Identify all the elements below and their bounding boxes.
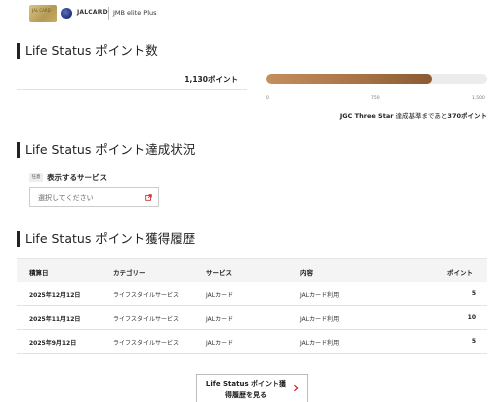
row-category: ライフスタイルサービス: [113, 340, 180, 347]
tick-max: 1,500: [472, 96, 485, 101]
col-service: サービス: [206, 269, 232, 277]
row-points: 5: [471, 290, 476, 297]
header-divider: [108, 7, 109, 20]
row-points: 5: [471, 338, 476, 345]
points-progress-fill: [266, 74, 433, 84]
card-image-text: JAL CARD: [32, 8, 51, 13]
history-table-header: 積算日 カテゴリー サービス 内容 ポイント: [17, 258, 487, 282]
optional-badge: 任意: [29, 173, 43, 182]
row-date: 2025年12月12日: [29, 292, 81, 299]
row-content: JALカード利用: [300, 292, 340, 299]
points-divider: [17, 89, 247, 90]
tick-mid: 750: [371, 96, 380, 101]
col-category: カテゴリー: [113, 269, 146, 277]
table-row: 2025年9月12日 ライフスタイルサービス JALカード JALカード利用 5: [17, 330, 487, 354]
points-section-title: Life Status ポイント数: [17, 43, 158, 59]
row-category: ライフスタイルサービス: [113, 316, 180, 323]
header-bar: JAL CARD JALCARD JMB elite Plus: [0, 0, 500, 28]
service-select-placeholder: 選択してください: [38, 194, 94, 202]
history-section-title: Life Status ポイント獲得履歴: [17, 231, 195, 247]
tick-min: 0: [266, 96, 269, 101]
program-name: JMB elite Plus: [113, 9, 157, 17]
brand-name: JALCARD: [77, 9, 108, 16]
row-service: JALカード: [206, 316, 234, 323]
current-points: 1,130ポイント: [184, 75, 238, 84]
row-date: 2025年11月12日: [29, 316, 81, 323]
row-content: JALカード利用: [300, 340, 340, 347]
jal-card-image: JAL CARD: [29, 5, 57, 22]
points-progress-bar: [266, 74, 487, 84]
col-content: 内容: [300, 269, 313, 277]
view-history-label: Life Status ポイント獲得履歴を見る: [205, 380, 287, 399]
row-service: JALカード: [206, 292, 234, 299]
goal-status-name: JGC Three Star: [339, 112, 394, 120]
col-points: ポイント: [447, 269, 473, 277]
table-row: 2025年12月12日 ライフスタイルサービス JALカード JALカード利用 …: [17, 282, 487, 306]
chevron-right-icon: [293, 384, 299, 392]
service-select[interactable]: 選択してください: [29, 187, 159, 207]
view-history-button[interactable]: Life Status ポイント獲得履歴を見る: [196, 374, 308, 402]
service-filter-label: 表示するサービス: [47, 173, 107, 182]
jal-crane-logo: [61, 8, 72, 19]
goal-text: JGC Three Star 達成基準まであと370ポイント: [340, 110, 487, 120]
row-category: ライフスタイルサービス: [113, 292, 180, 299]
row-points: 10: [467, 314, 476, 321]
goal-middle-text: 達成基準まであと: [393, 112, 448, 120]
status-section-title: Life Status ポイント達成状況: [17, 142, 195, 158]
row-service: JALカード: [206, 340, 234, 347]
table-row: 2025年11月12日 ライフスタイルサービス JALカード JALカード利用 …: [17, 306, 487, 330]
col-date: 積算日: [29, 269, 49, 277]
external-link-icon: [145, 194, 152, 201]
row-date: 2025年9月12日: [29, 340, 77, 347]
row-content: JALカード利用: [300, 316, 340, 323]
goal-remaining-points: 370ポイント: [447, 112, 487, 120]
